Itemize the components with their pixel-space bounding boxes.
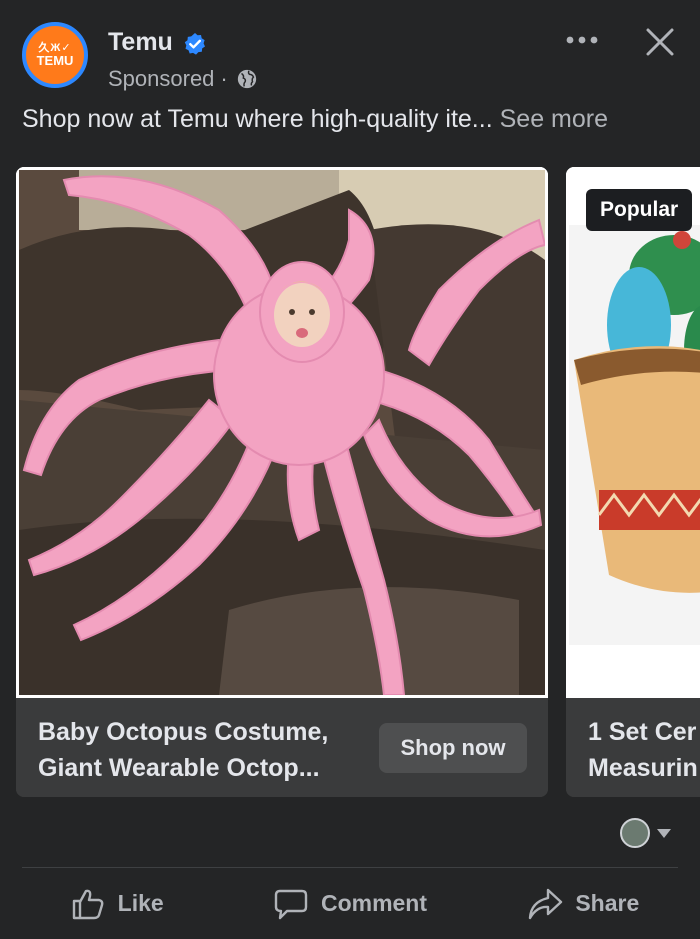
product-title[interactable]: Baby Octopus Costume, Giant Wearable Oct… bbox=[38, 714, 368, 786]
avatar-logo-text: TEMU bbox=[36, 53, 74, 68]
product-title-line-2: Measurin bbox=[588, 754, 698, 782]
product-title[interactable]: 1 Set Cer Measurin bbox=[588, 714, 700, 786]
close-icon[interactable] bbox=[640, 22, 680, 62]
verified-badge-icon bbox=[184, 33, 205, 55]
post-header: 久Ж✓ TEMU Temu Sponsored · bbox=[0, 0, 700, 100]
comment-label: Comment bbox=[320, 890, 428, 916]
like-label: Like bbox=[117, 890, 164, 916]
share-label: Share bbox=[575, 890, 640, 916]
product-title-line-1: 1 Set Cer bbox=[588, 718, 697, 746]
caption-text: Shop now at Temu where high-quality ite.… bbox=[22, 105, 493, 133]
card-footer: 1 Set Cer Measurin bbox=[566, 698, 700, 797]
carousel-card-2[interactable]: Popular 1 Set Cer Measurin bbox=[566, 167, 700, 797]
more-options-button[interactable] bbox=[560, 26, 604, 54]
share-button[interactable]: Share bbox=[467, 868, 700, 939]
sponsored-text: Sponsored bbox=[108, 66, 215, 91]
separator-dot: · bbox=[220, 66, 228, 91]
product-image[interactable] bbox=[566, 167, 700, 698]
cactus-spoons-photo bbox=[569, 170, 700, 695]
globe-icon[interactable] bbox=[236, 68, 258, 90]
carousel-card-1[interactable]: Baby Octopus Costume, Giant Wearable Oct… bbox=[16, 167, 548, 797]
popular-badge: Popular bbox=[586, 189, 693, 231]
page-name-link[interactable]: Temu bbox=[108, 28, 173, 57]
post-action-bar: Like Comment Share bbox=[0, 868, 700, 939]
comment-button[interactable]: Comment bbox=[233, 868, 466, 939]
like-button[interactable]: Like bbox=[0, 868, 233, 939]
more-options-icon bbox=[566, 36, 598, 44]
card-footer: Baby Octopus Costume, Giant Wearable Oct… bbox=[16, 698, 548, 797]
comment-bubble-icon bbox=[274, 889, 308, 919]
chevron-down-icon[interactable] bbox=[655, 826, 673, 840]
octopus-costume-photo bbox=[19, 170, 545, 695]
thumbs-up-icon bbox=[72, 889, 104, 919]
product-image[interactable] bbox=[16, 167, 548, 698]
shop-now-button[interactable]: Shop now bbox=[379, 723, 527, 773]
share-arrow-icon bbox=[529, 888, 563, 919]
page-avatar[interactable]: 久Ж✓ TEMU bbox=[22, 22, 88, 88]
see-more-link[interactable]: See more bbox=[500, 105, 608, 133]
sponsored-label: Sponsored · bbox=[108, 66, 258, 92]
post-caption: Shop now at Temu where high-quality ite.… bbox=[22, 105, 608, 134]
viewer-avatar[interactable] bbox=[620, 818, 650, 848]
